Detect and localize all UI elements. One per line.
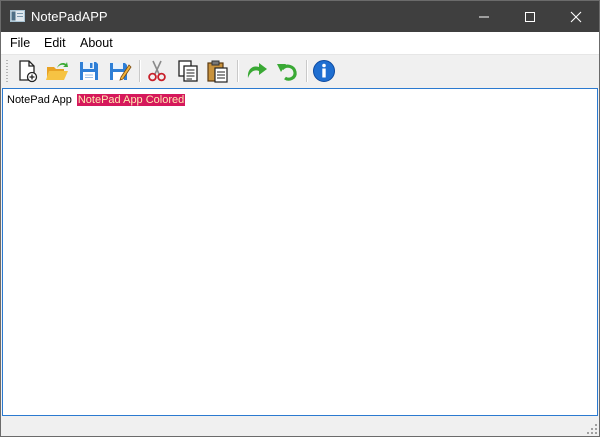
menu-file[interactable]: File <box>10 36 30 50</box>
save-as-button[interactable] <box>107 58 133 84</box>
minimize-button[interactable] <box>461 1 507 32</box>
menu-about[interactable]: About <box>80 36 113 50</box>
close-button[interactable] <box>553 1 599 32</box>
paste-icon <box>207 60 228 83</box>
colored-text: NotePad App Colored <box>76 94 186 106</box>
open-button[interactable] <box>44 58 70 84</box>
menu-edit[interactable]: Edit <box>44 36 66 50</box>
cut-button[interactable] <box>144 58 170 84</box>
new-document-icon <box>19 60 38 83</box>
save-as-icon <box>110 63 132 81</box>
save-button[interactable] <box>76 58 102 84</box>
maximize-button[interactable] <box>507 1 553 32</box>
window-title: NotePadAPP <box>31 9 108 24</box>
menu-bar: File Edit About <box>1 32 599 55</box>
paste-button[interactable] <box>205 58 231 84</box>
undo-button[interactable] <box>274 58 300 84</box>
close-icon <box>570 11 582 23</box>
resize-grip-icon[interactable] <box>587 424 597 434</box>
app-window: NotePadAPP File Edit About NotePad App N… <box>0 0 600 437</box>
maximize-icon <box>525 12 535 22</box>
undo-icon <box>277 64 297 81</box>
editor-content: NotePad App NotePad App Colored <box>7 94 186 106</box>
toolbar-grip[interactable] <box>6 60 8 82</box>
redo-icon <box>247 63 267 78</box>
copy-icon <box>178 60 198 82</box>
about-button[interactable] <box>311 58 337 84</box>
plain-text: NotePad App <box>7 94 72 106</box>
text-editor[interactable]: NotePad App NotePad App Colored <box>2 88 598 416</box>
toolbar-separator <box>139 60 141 82</box>
minimize-icon <box>479 16 489 18</box>
toolbar-separator <box>306 60 308 82</box>
status-bar <box>1 416 599 436</box>
redo-button[interactable] <box>243 58 269 84</box>
title-bar[interactable]: NotePadAPP <box>1 1 599 32</box>
cut-icon <box>148 60 166 82</box>
toolbar-separator <box>237 60 239 82</box>
app-icon <box>10 10 25 22</box>
toolbar <box>1 55 599 87</box>
new-button[interactable] <box>14 58 40 84</box>
info-icon <box>313 60 335 82</box>
save-icon <box>80 62 98 80</box>
open-folder-icon <box>46 62 68 80</box>
copy-button[interactable] <box>175 58 201 84</box>
